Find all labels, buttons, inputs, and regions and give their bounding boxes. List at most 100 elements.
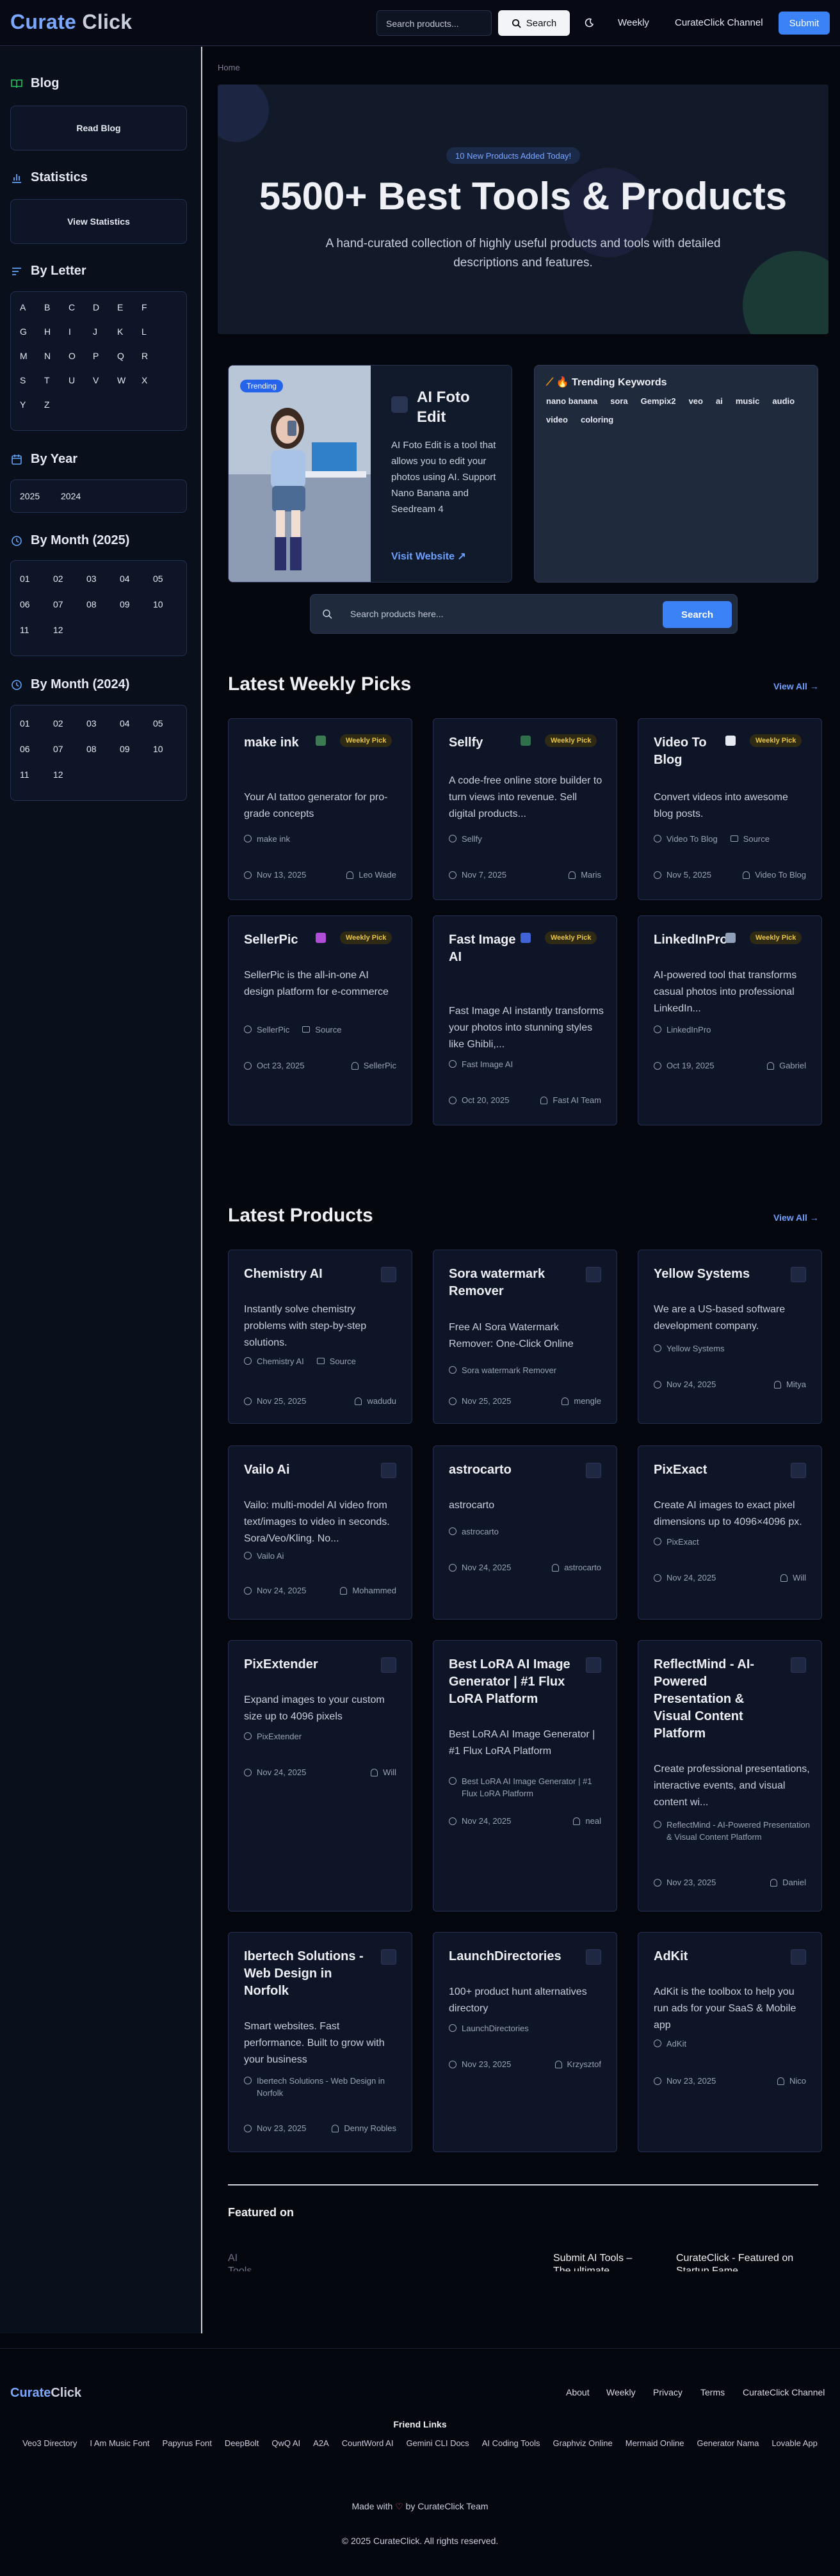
site-logo[interactable]: Curate Click [10,10,132,34]
letter-filter-u[interactable]: U [69,373,93,388]
friend-link[interactable]: CountWord AI [342,2438,394,2448]
letter-filter-q[interactable]: Q [117,348,141,364]
weekly-pick-card[interactable]: make ink Weekly Pick Your AI tattoo genera… [228,718,412,900]
card-title[interactable]: LinkedInPro [654,931,728,949]
product-card[interactable]: LaunchDirectories 100+ product hunt alter… [433,1932,617,2152]
friend-link[interactable]: Graphviz Online [553,2438,613,2448]
letter-filter-j[interactable]: J [93,324,117,339]
letter-filter-p[interactable]: P [93,348,117,364]
tag-link[interactable]: ReflectMind - AI-Powered Presentation & … [654,1819,810,1843]
tag-link[interactable]: Ibertech Solutions - Web Design in Norfo… [244,2075,400,2099]
card-title[interactable]: Sora watermark Remover [449,1266,570,1300]
featured-product-title[interactable]: AI Foto Edit [417,387,500,427]
tag-link[interactable]: Vailo Ai [244,1550,284,1562]
tag-link[interactable]: SellerPic [244,1024,289,1036]
footer-link-weekly[interactable]: Weekly [606,2387,636,2397]
friend-link[interactable]: Lovable App [771,2438,818,2448]
friend-link[interactable]: Generator Nama [697,2438,759,2448]
tag-link[interactable]: Sellfy [449,833,482,845]
card-title[interactable]: ReflectMind - AI-Powered Presentation & … [654,1656,775,1743]
month-2025-filter-07[interactable]: 07 [53,597,86,612]
tag-link[interactable]: make ink [244,833,290,845]
letter-filter-s[interactable]: S [20,373,44,388]
letter-filter-c[interactable]: C [69,300,93,315]
card-title[interactable]: SellerPic [244,931,314,949]
month-2025-filter-06[interactable]: 06 [20,597,53,612]
letter-filter-v[interactable]: V [93,373,117,388]
month-2024-filter-12[interactable]: 12 [53,767,86,782]
nav-weekly[interactable]: Weekly [618,17,649,28]
month-2024-filter-04[interactable]: 04 [120,716,153,731]
card-title[interactable]: astrocarto [449,1461,570,1479]
letter-filter-o[interactable]: O [69,348,93,364]
letter-filter-g[interactable]: G [20,324,44,339]
month-2024-filter-05[interactable]: 05 [153,716,186,731]
tag-link[interactable]: astrocarto [449,1525,499,1538]
footer-logo[interactable]: CurateClick [10,2386,81,2401]
tag-link[interactable]: LaunchDirectories [449,2022,529,2034]
product-card[interactable]: PixExtender Expand images to your custom … [228,1640,412,1912]
tag-link[interactable]: Sora watermark Remover [449,1364,556,1376]
letter-filter-e[interactable]: E [117,300,141,315]
card-title[interactable]: Best LoRA AI Image Generator | #1 Flux L… [449,1656,570,1708]
moon-icon[interactable] [584,18,594,28]
friend-link[interactable]: Gemini CLI Docs [406,2438,469,2448]
month-2025-filter-12[interactable]: 12 [53,622,86,638]
card-title[interactable]: Chemistry AI [244,1266,366,1283]
trending-keyword[interactable]: music [736,396,760,406]
trending-keyword[interactable]: veo [689,396,703,406]
month-2024-filter-11[interactable]: 11 [20,767,53,782]
featured-on-badge[interactable]: CurateClick - Featured on Startup Fame [676,2252,811,2271]
month-2025-filter-01[interactable]: 01 [20,571,53,586]
friend-link[interactable]: QwQ AI [271,2438,300,2448]
card-title[interactable]: Ibertech Solutions - Web Design in Norfo… [244,1948,366,2000]
featured-on-badge[interactable]: AI Tools [228,2252,254,2271]
month-2025-filter-02[interactable]: 02 [53,571,86,586]
trending-keyword[interactable]: video [546,415,568,424]
nav-curateclick-channel[interactable]: CurateClick Channel [675,17,763,28]
header-search-button[interactable]: Search [498,10,570,36]
trending-keyword[interactable]: nano banana [546,396,597,406]
tag-link[interactable]: Fast Image AI [449,1058,513,1070]
source-link[interactable]: Source [302,1024,342,1036]
card-title[interactable]: Video To Blog [654,734,724,769]
header-search-input[interactable]: Search products... [376,10,492,36]
friend-link[interactable]: A2A [313,2438,329,2448]
weekly-view-all-link[interactable]: View All → [773,681,819,691]
view-statistics-button[interactable]: View Statistics [10,199,187,244]
card-title[interactable]: Yellow Systems [654,1266,775,1283]
main-search-button[interactable]: Search [663,601,732,628]
letter-filter-w[interactable]: W [117,373,141,388]
card-title[interactable]: PixExact [654,1461,775,1479]
letter-filter-t[interactable]: T [44,373,69,388]
product-card[interactable]: Sora watermark Remover Free AI Sora Water… [433,1250,617,1424]
weekly-pick-card[interactable]: LinkedInPro Weekly Pick AI-powered tool th… [638,915,822,1125]
month-2025-filter-03[interactable]: 03 [86,571,120,586]
footer-link-privacy[interactable]: Privacy [653,2387,682,2397]
main-search-input[interactable]: Search products here... [350,609,444,619]
tag-link[interactable]: LinkedInPro [654,1024,711,1036]
tag-link[interactable]: PixExact [654,1536,699,1548]
month-2025-filter-11[interactable]: 11 [20,622,53,638]
product-card[interactable]: astrocarto astrocarto astrocarto Nov 24, 20… [433,1445,617,1620]
featured-on-badge[interactable]: Submit AI Tools – The ultimate [553,2252,649,2271]
letter-filter-h[interactable]: H [44,324,69,339]
letter-filter-y[interactable]: Y [20,397,44,412]
month-2024-filter-01[interactable]: 01 [20,716,53,731]
letter-filter-b[interactable]: B [44,300,69,315]
product-card[interactable]: ReflectMind - AI-Powered Presentation & … [638,1640,822,1912]
source-link[interactable]: Source [316,1355,356,1367]
featured-product-card[interactable]: Trending AI Foto Edit AI Foto Edit is a … [228,365,512,583]
card-title[interactable]: make ink [244,734,314,752]
letter-filter-d[interactable]: D [93,300,117,315]
letter-filter-z[interactable]: Z [44,397,69,412]
weekly-pick-card[interactable]: Video To Blog Weekly Pick Convert videos i… [638,718,822,900]
trending-keyword[interactable]: sora [610,396,627,406]
breadcrumb[interactable]: Home [218,63,240,72]
month-2024-filter-03[interactable]: 03 [86,716,120,731]
month-2024-filter-02[interactable]: 02 [53,716,86,731]
product-card[interactable]: PixExact Create AI images to exact pixel … [638,1445,822,1620]
card-title[interactable]: PixExtender [244,1656,366,1673]
letter-filter-r[interactable]: R [141,348,166,364]
letter-filter-a[interactable]: A [20,300,44,315]
